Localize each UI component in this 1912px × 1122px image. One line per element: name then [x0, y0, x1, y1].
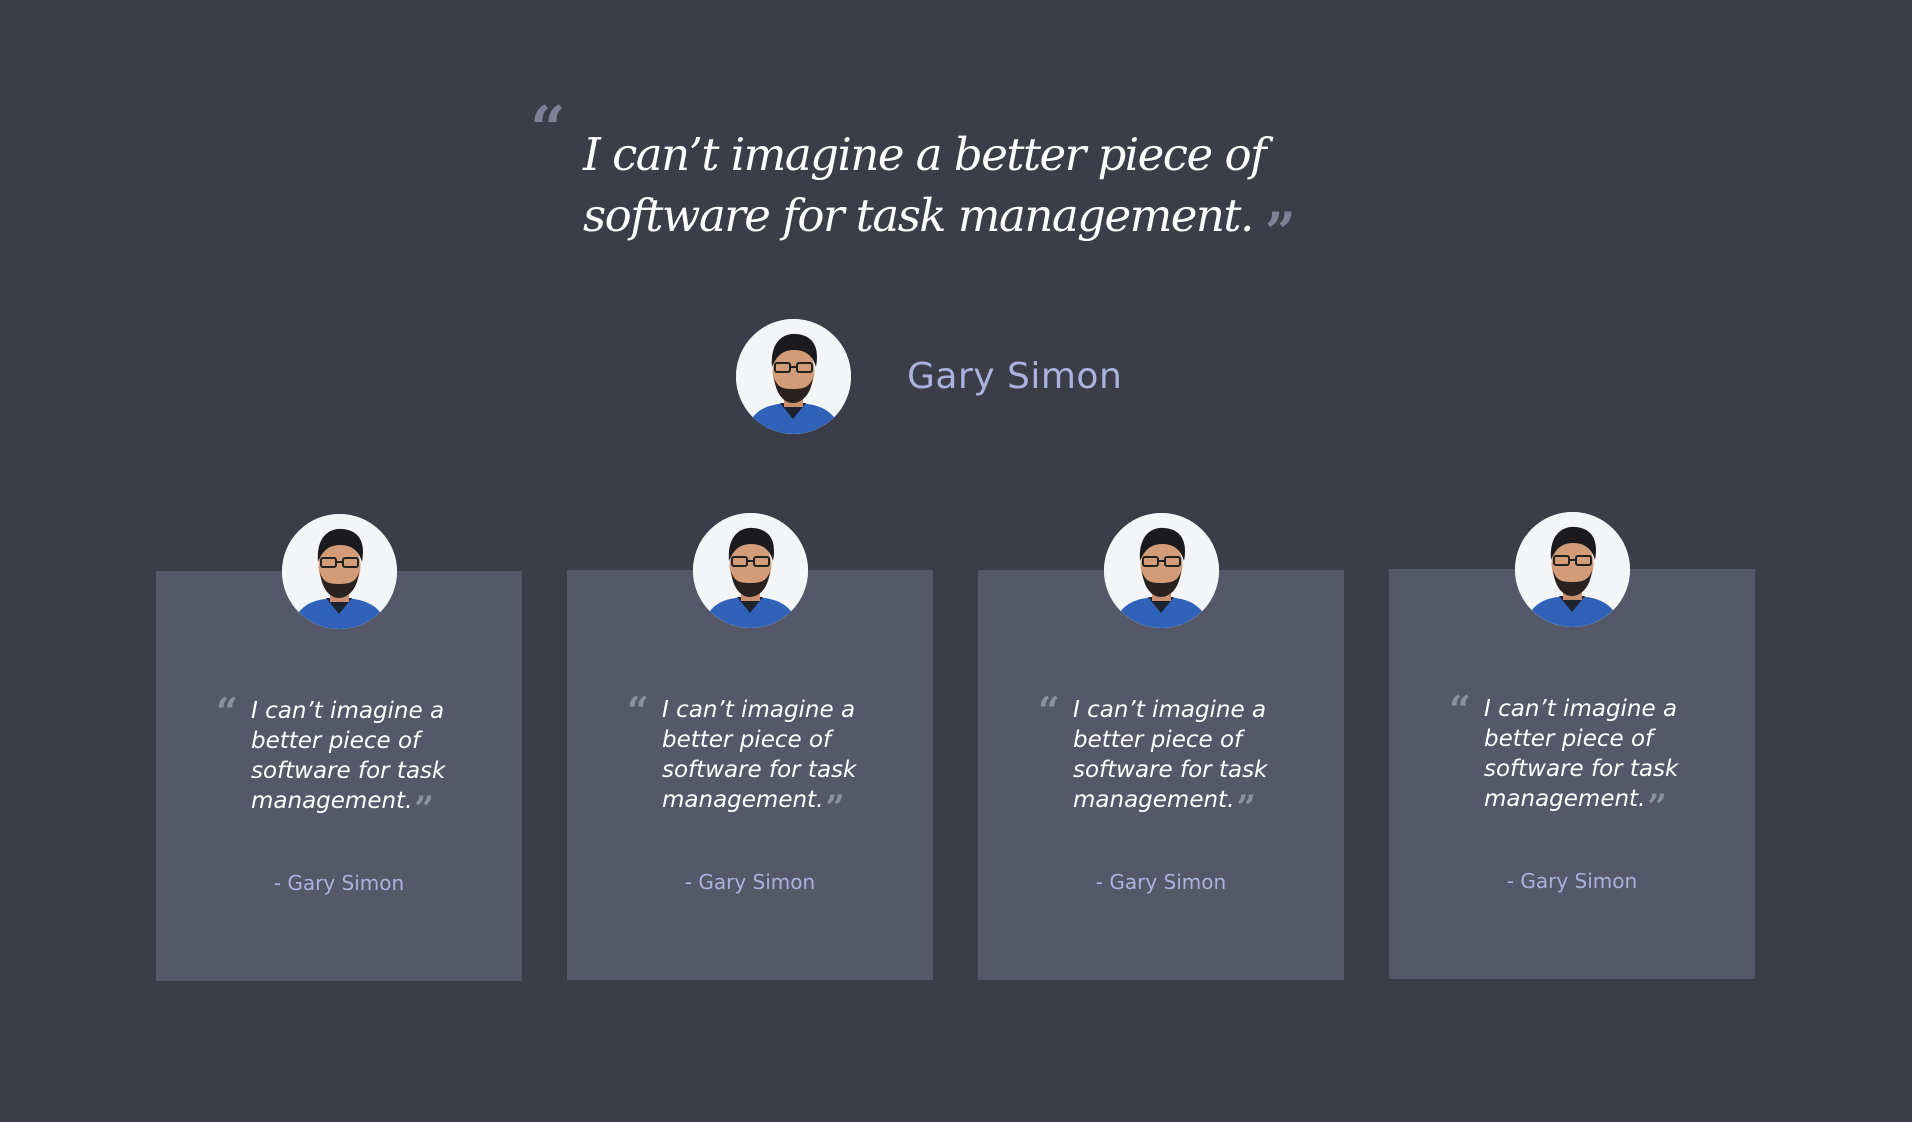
avatar	[693, 513, 808, 628]
hero-open-quote-icon: “	[530, 92, 566, 165]
card-author: - Gary Simon	[1506, 869, 1638, 893]
open-quote-icon: “	[1038, 688, 1060, 733]
open-quote-icon: “	[627, 688, 649, 733]
testimonial-card: “ I can’t imagine a better piece of soft…	[156, 514, 522, 981]
testimonial-card: “ I can’t imagine a better piece of soft…	[567, 513, 933, 980]
card-quote: I can’t imagine a better piece of softwa…	[1484, 694, 1704, 827]
testimonial-card: “ I can’t imagine a better piece of soft…	[1389, 512, 1755, 979]
card-author: - Gary Simon	[273, 871, 405, 895]
close-quote-icon: ”	[825, 788, 845, 828]
avatar	[282, 514, 397, 629]
close-quote-icon: ”	[1647, 787, 1667, 827]
close-quote-icon: ”	[414, 789, 434, 829]
open-quote-icon: “	[216, 689, 238, 734]
portrait-icon	[1515, 512, 1630, 627]
hero-quote: I can’t imagine a better piece of softwa…	[583, 124, 1443, 264]
avatar	[1515, 512, 1630, 627]
hero-quote-text: I can’t imagine a better piece of softwa…	[583, 128, 1267, 242]
testimonials-page: “ I can’t imagine a better piece of soft…	[0, 0, 1912, 1122]
hero-author: Gary Simon	[736, 319, 1122, 434]
hero-author-name: Gary Simon	[907, 356, 1123, 397]
card-quote: I can’t imagine a better piece of softwa…	[1073, 695, 1293, 828]
card-author: - Gary Simon	[684, 870, 816, 894]
portrait-icon	[693, 513, 808, 628]
portrait-icon	[736, 319, 851, 434]
close-quote-icon: ”	[1236, 788, 1256, 828]
portrait-icon	[282, 514, 397, 629]
card-quote: I can’t imagine a better piece of softwa…	[251, 696, 471, 829]
card-author: - Gary Simon	[1095, 870, 1227, 894]
portrait-icon	[1104, 513, 1219, 628]
testimonial-card: “ I can’t imagine a better piece of soft…	[978, 513, 1344, 980]
open-quote-icon: “	[1449, 687, 1471, 732]
avatar	[1104, 513, 1219, 628]
hero-close-quote-icon: ”	[1264, 200, 1296, 264]
avatar	[736, 319, 851, 434]
card-quote: I can’t imagine a better piece of softwa…	[662, 695, 882, 828]
